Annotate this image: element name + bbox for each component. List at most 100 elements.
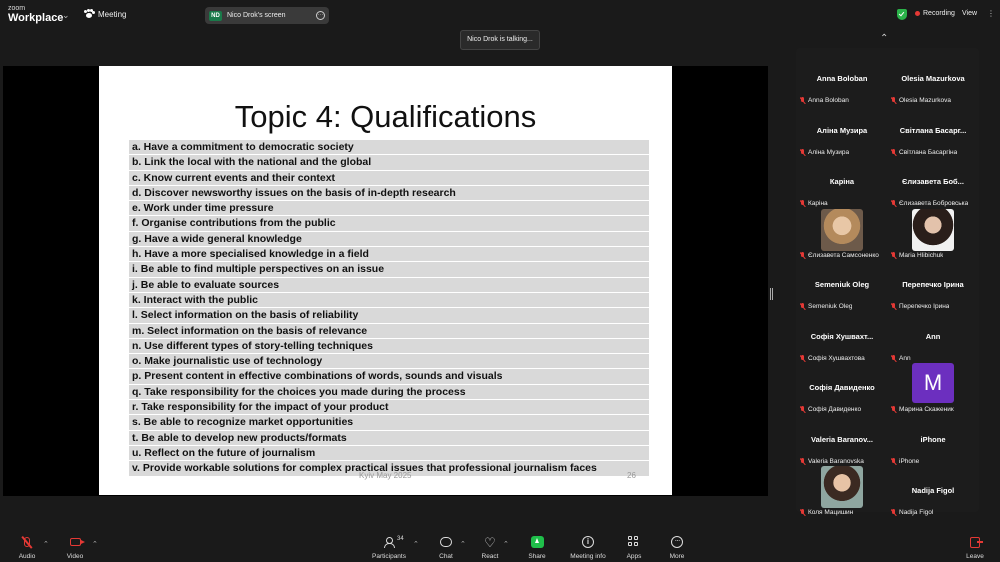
screen-share-pill[interactable]: ND Nico Drok's screen ··· xyxy=(205,7,329,24)
view-button[interactable]: View xyxy=(962,10,977,17)
app-logo[interactable]: zoom Workplace xyxy=(8,5,63,24)
participant-tile[interactable]: Світлана Басарг... Світлана Басаргіна xyxy=(888,106,978,158)
mic-muted-icon xyxy=(891,303,897,310)
qualification-item: m. Select information on the basis of re… xyxy=(129,323,649,339)
share-label: Share xyxy=(528,553,546,560)
participant-label-text: Коля Мацишин xyxy=(808,509,854,516)
mic-muted-icon xyxy=(800,200,806,207)
participant-tile[interactable]: Nadija Figol Nadija Figol xyxy=(888,466,978,518)
participant-tile[interactable]: Valeria Baranov... Valeria Baranovska xyxy=(797,415,887,467)
participant-tile[interactable]: Єлизавета Самсоненко xyxy=(797,208,887,261)
meeting-info-button[interactable]: i Meeting info xyxy=(563,534,613,560)
participant-name-label: iPhone xyxy=(891,457,919,465)
participant-tile[interactable]: Ann Ann xyxy=(888,312,978,364)
participants-button[interactable]: Participants xyxy=(364,534,414,560)
participant-label-text: Nadija Figol xyxy=(899,509,934,516)
mic-muted-icon xyxy=(891,406,897,413)
participant-display-name: Nadija Figol xyxy=(911,486,955,495)
participant-label-text: Перепечко Ірина xyxy=(899,303,950,310)
participant-video xyxy=(821,208,863,251)
qualification-item: c. Know current events and their context xyxy=(129,170,649,186)
participant-display-name: Olesia Mazurkova xyxy=(901,74,965,83)
participant-tile[interactable]: Перепечко Ірина Перепечко Ірина xyxy=(888,260,978,312)
participant-tile[interactable]: Софія Хушвахт... Софія Хушвахтова xyxy=(797,312,887,364)
participant-name-label: Olesia Mazurkova xyxy=(891,97,951,104)
qualification-item: a. Have a commitment to democratic socie… xyxy=(129,140,649,156)
participant-label-text: Марина Скаженик xyxy=(899,406,954,413)
qualification-item: d. Discover newsworthy issues on the bas… xyxy=(129,185,649,202)
participant-tile[interactable]: Anna Boloban Anna Boloban xyxy=(797,54,887,106)
participant-name-label: Valeria Baranovska xyxy=(800,457,864,465)
mic-muted-icon xyxy=(891,251,897,259)
participant-name-label: Марина Скаженик xyxy=(891,406,954,413)
participants-count: 34 xyxy=(397,536,404,542)
mic-muted-icon xyxy=(891,200,897,207)
participant-video xyxy=(912,208,954,251)
participants-options-icon[interactable]: ⌃ xyxy=(413,540,419,548)
participant-tile[interactable]: Semeniuk Oleg Semeniuk Oleg xyxy=(797,260,887,312)
participant-tile[interactable]: Софія Давиденко Софія Давиденко xyxy=(797,363,887,415)
more-icon: ··· xyxy=(671,536,683,548)
participant-name-label: Перепечко Ірина xyxy=(891,303,949,310)
mic-muted-icon xyxy=(891,509,897,516)
participant-label-text: Valeria Baranovska xyxy=(808,457,864,465)
recording-indicator[interactable]: Recording xyxy=(915,10,955,17)
participant-label-text: Olesia Mazurkova xyxy=(899,97,952,104)
resize-handle[interactable] xyxy=(770,288,773,300)
screen-share-label: Nico Drok's screen xyxy=(227,12,286,19)
qualification-item: r. Take responsibility for the impact of… xyxy=(129,400,649,416)
chevron-down-icon[interactable]: ⌄ xyxy=(62,10,70,21)
more-options-icon[interactable]: ··· xyxy=(316,11,325,20)
meeting-label: Meeting xyxy=(98,9,127,19)
mic-muted-icon xyxy=(800,509,806,516)
slide-title: Topic 4: Qualifications xyxy=(234,99,537,134)
qualification-item: p. Present content in effective combinat… xyxy=(129,369,649,385)
mic-muted-icon xyxy=(800,148,806,156)
participant-tile[interactable]: Каріна Каріна xyxy=(797,157,887,209)
active-speaker-tooltip: Nico Drok is talking... xyxy=(460,30,540,50)
participant-tile[interactable]: M Марина Скаженик xyxy=(888,363,978,415)
video-off-icon xyxy=(69,538,85,546)
mic-muted-icon xyxy=(800,354,806,362)
participant-display-name: Semeniuk Oleg xyxy=(814,280,870,289)
mic-muted-icon xyxy=(800,251,806,259)
participant-tile[interactable]: Аліна Музира Аліна Музира xyxy=(797,106,887,158)
participant-tile[interactable]: Коля Мацишин xyxy=(797,466,887,518)
qualification-item: q. Take responsibility for the choices y… xyxy=(129,384,649,401)
qualification-item: n. Use different types of story-telling … xyxy=(129,338,649,355)
participant-label-text: Єлизавета Бобровська xyxy=(899,200,969,207)
participant-label-text: Софія Хушвахтова xyxy=(808,354,865,362)
participant-name-label: Коля Мацишин xyxy=(800,509,853,516)
participant-display-name: Каріна xyxy=(829,177,855,186)
view-menu-icon[interactable]: ⋮ xyxy=(987,9,995,18)
participant-tile[interactable]: Maria Hlibichuk xyxy=(888,208,978,261)
qualification-item: l. Select information on the basis of re… xyxy=(129,308,649,324)
participant-name-label: Аліна Музира xyxy=(800,148,849,156)
sharer-badge: ND xyxy=(209,10,222,21)
participant-name-label: Єлизавета Самсоненко xyxy=(800,251,879,259)
mic-muted-icon xyxy=(891,354,897,362)
meeting-toolbar: Audio ⌃ Video ⌃ Participants 34 ⌃ Chat ⌃… xyxy=(0,530,1000,562)
video-options-icon[interactable]: ⌃ xyxy=(92,540,98,548)
participant-name-label: Semeniuk Oleg xyxy=(800,303,852,310)
share-screen-icon xyxy=(530,536,544,548)
chevron-up-icon[interactable]: ⌃ xyxy=(880,33,888,44)
participant-tile[interactable]: iPhone iPhone xyxy=(888,415,978,467)
meeting-button[interactable]: Meeting xyxy=(84,9,126,19)
participant-tile[interactable]: Єлизавета Боб... Єлизавета Бобровська xyxy=(888,157,978,209)
mic-muted-icon xyxy=(891,148,897,156)
participant-tile[interactable]: Olesia Mazurkova Olesia Mazurkova xyxy=(888,54,978,106)
qualification-item: k. Interact with the public xyxy=(129,292,649,309)
participant-name-label: Anna Boloban xyxy=(800,97,849,104)
video-label: Video xyxy=(66,553,84,560)
audio-options-icon[interactable]: ⌃ xyxy=(43,540,49,548)
leave-button[interactable]: Leave xyxy=(950,534,1000,560)
share-screen-button[interactable]: Share xyxy=(512,534,562,560)
more-button[interactable]: ··· More xyxy=(652,534,702,560)
react-options-icon[interactable]: ⌃ xyxy=(503,540,509,548)
security-shield-icon[interactable] xyxy=(897,9,907,20)
mic-muted-icon xyxy=(800,406,806,413)
paw-icon xyxy=(84,9,95,19)
participants-label: Participants xyxy=(372,553,406,560)
qualification-item: s. Be able to recognize market opportuni… xyxy=(129,415,649,431)
